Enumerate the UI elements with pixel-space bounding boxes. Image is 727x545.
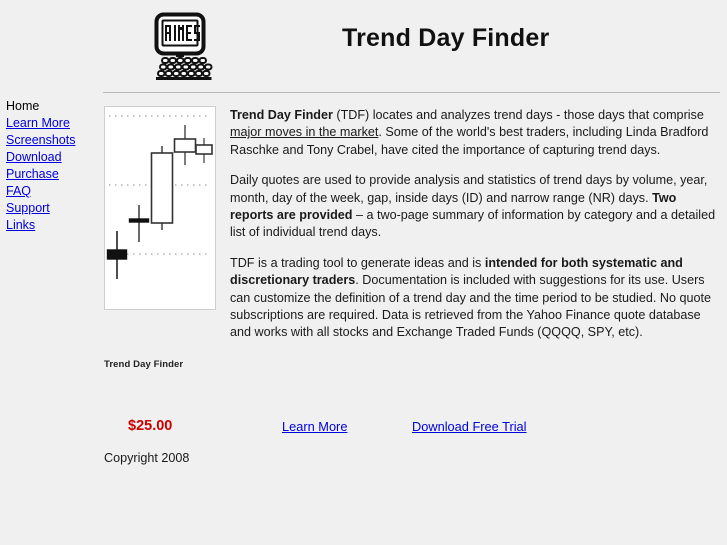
- candle-5: [195, 138, 213, 163]
- paragraph-1-lead: Trend Day Finder: [230, 108, 333, 122]
- download-free-trial-link[interactable]: Download Free Trial: [412, 419, 527, 434]
- product-figure: Trend Day Finder: [104, 106, 216, 370]
- sidebar-item-links[interactable]: Links: [6, 217, 98, 234]
- keyboard-icon: [156, 57, 213, 80]
- sidebar-item-learn-more[interactable]: Learn More: [6, 115, 98, 132]
- candle-4: [173, 125, 197, 165]
- paragraph-2: Daily quotes are used to provide analysi…: [228, 172, 720, 242]
- sidebar-item-download[interactable]: Download: [6, 149, 98, 166]
- sidebar-item-home[interactable]: Home: [6, 98, 98, 115]
- sidebar-nav: Home Learn More Screenshots Download Pur…: [6, 98, 98, 234]
- page-header: Trend Day Finder: [0, 0, 727, 93]
- sidebar-item-support[interactable]: Support: [6, 200, 98, 217]
- paragraph-3: TDF is a trading tool to generate ideas …: [228, 255, 720, 342]
- candle-3: [150, 146, 174, 230]
- sidebar-item-faq[interactable]: FAQ: [6, 183, 98, 200]
- copyright-text: Copyright 2008: [104, 451, 190, 465]
- figure-caption: Trend Day Finder: [104, 359, 184, 370]
- candle-1: [106, 231, 128, 279]
- candlestick-chart: [104, 106, 216, 310]
- sidebar-item-purchase[interactable]: Purchase: [6, 166, 98, 183]
- paragraph-1: Trend Day Finder (TDF) locates and analy…: [228, 107, 720, 159]
- sidebar-item-screenshots[interactable]: Screenshots: [6, 132, 98, 149]
- page-title: Trend Day Finder: [342, 24, 550, 52]
- paragraph-3-text-a: TDF is a trading tool to generate ideas …: [230, 255, 485, 270]
- paragraph-2-text-a: Daily quotes are used to provide analysi…: [230, 173, 708, 205]
- paragraph-1-text-a: (TDF) locates and analyzes trend days - …: [332, 108, 704, 122]
- aimes-logo: [148, 12, 216, 82]
- purchase-action-row: $25.00 Learn More Download Free Trial: [104, 418, 720, 448]
- paragraph-1-underlined-phrase: major moves in the market: [230, 125, 379, 140]
- header-divider: [103, 92, 720, 93]
- main-content: Trend Day Finder Trend Day Finder (TDF) …: [104, 100, 720, 465]
- body-copy: Trend Day Finder (TDF) locates and analy…: [228, 100, 720, 342]
- candle-2: [128, 205, 150, 242]
- candlestick-chart-svg: [106, 115, 213, 279]
- computer-monitor-keyboard-icon: [154, 12, 213, 80]
- learn-more-link[interactable]: Learn More: [282, 419, 347, 434]
- price-label: $25.00: [128, 418, 173, 434]
